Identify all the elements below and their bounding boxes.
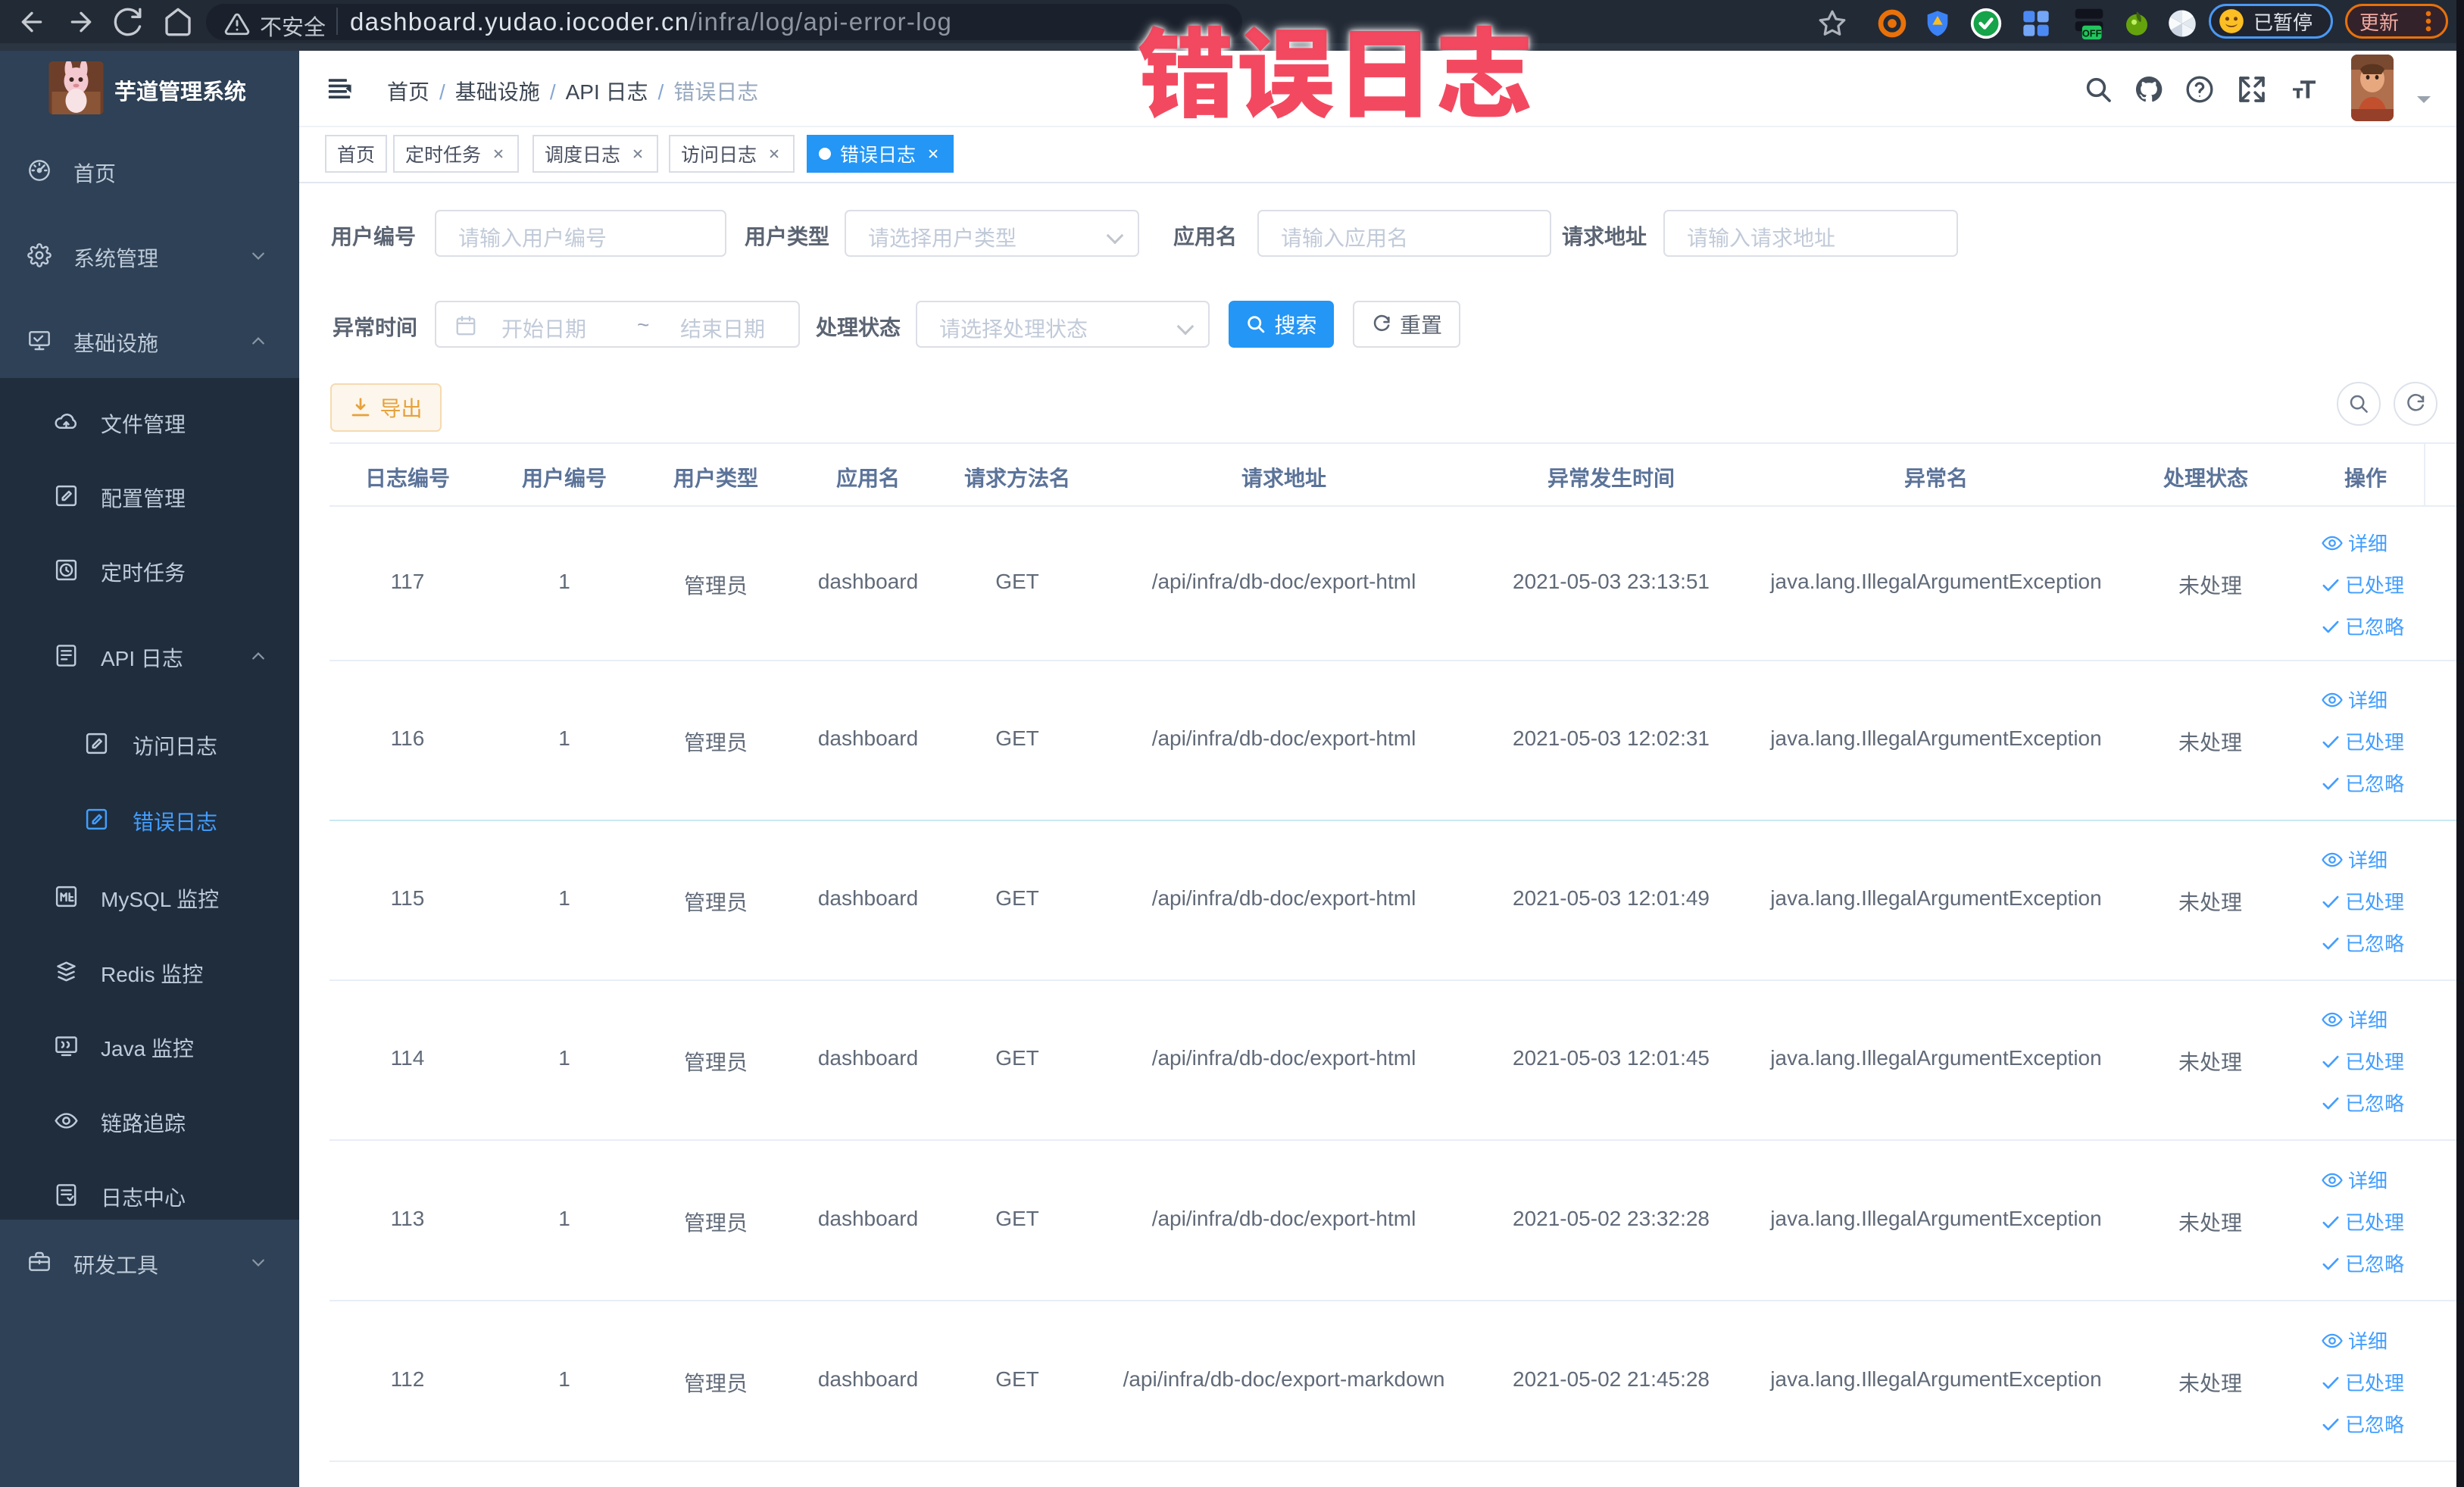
svg-text:OFF: OFF: [2082, 27, 2102, 39]
